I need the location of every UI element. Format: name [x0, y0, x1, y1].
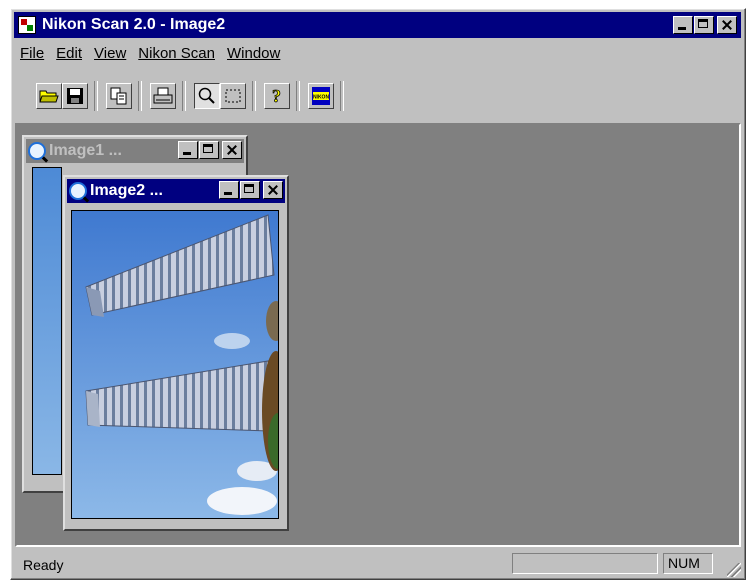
- app-window: Nikon Scan 2.0 - Image2 File Edit View N…: [10, 8, 746, 580]
- image-document-icon: [28, 142, 46, 160]
- copy-button[interactable]: [106, 83, 132, 109]
- save-icon: [67, 88, 83, 104]
- child-close-button[interactable]: [263, 181, 283, 199]
- open-button[interactable]: [36, 83, 62, 109]
- image-preview: [32, 167, 62, 475]
- child-title: Image2 ...: [90, 182, 163, 199]
- menu-nikon-scan[interactable]: Nikon Scan: [132, 45, 221, 62]
- select-button[interactable]: [220, 83, 246, 109]
- image-preview: [71, 210, 279, 519]
- child-title-bar[interactable]: Image1 ...: [26, 139, 244, 163]
- menu-bar: File Edit View Nikon Scan Window: [14, 41, 286, 65]
- mdi-client-area: Image1 ... Image2 ...: [15, 123, 741, 547]
- resize-grip[interactable]: [727, 563, 741, 577]
- zoom-icon: [198, 87, 215, 104]
- close-button[interactable]: [717, 16, 737, 34]
- status-pane: [512, 553, 658, 574]
- print-icon: [153, 87, 173, 104]
- minimize-button[interactable]: [673, 16, 693, 34]
- child-minimize-button[interactable]: [219, 181, 239, 199]
- menu-file[interactable]: File: [14, 45, 50, 62]
- child-window-image2[interactable]: Image2 ...: [63, 175, 289, 531]
- status-bar: Ready NUM: [15, 551, 741, 577]
- nikon-logo-text: NIKON: [313, 95, 330, 101]
- menu-edit[interactable]: Edit: [50, 45, 88, 62]
- child-minimize-button[interactable]: [178, 141, 198, 159]
- help-icon: ?: [272, 86, 282, 106]
- image-document-icon: [69, 182, 87, 200]
- save-button[interactable]: [62, 83, 88, 109]
- toolbar: ? NIKON: [14, 71, 424, 119]
- title-bar[interactable]: Nikon Scan 2.0 - Image2: [14, 12, 741, 38]
- window-title: Nikon Scan 2.0 - Image2: [42, 16, 226, 33]
- help-button[interactable]: ?: [264, 83, 290, 109]
- menu-view[interactable]: View: [88, 45, 132, 62]
- svg-text:?: ?: [272, 86, 281, 106]
- copy-icon: [110, 87, 127, 105]
- child-maximize-button[interactable]: [240, 181, 260, 199]
- child-title: Image1 ...: [49, 142, 122, 159]
- num-lock-indicator: NUM: [663, 553, 713, 574]
- print-button[interactable]: [150, 83, 176, 109]
- child-close-button[interactable]: [222, 141, 242, 159]
- open-icon: [39, 90, 59, 103]
- child-maximize-button[interactable]: [199, 141, 219, 159]
- nikon-icon: NIKON: [312, 87, 330, 105]
- select-icon: [225, 89, 241, 103]
- nikon-button[interactable]: NIKON: [308, 83, 334, 109]
- app-icon[interactable]: [18, 16, 36, 34]
- child-title-bar[interactable]: Image2 ...: [67, 179, 285, 203]
- menu-window[interactable]: Window: [221, 45, 286, 62]
- maximize-button[interactable]: [694, 16, 714, 34]
- zoom-button[interactable]: [194, 83, 220, 109]
- status-text: Ready: [23, 557, 64, 573]
